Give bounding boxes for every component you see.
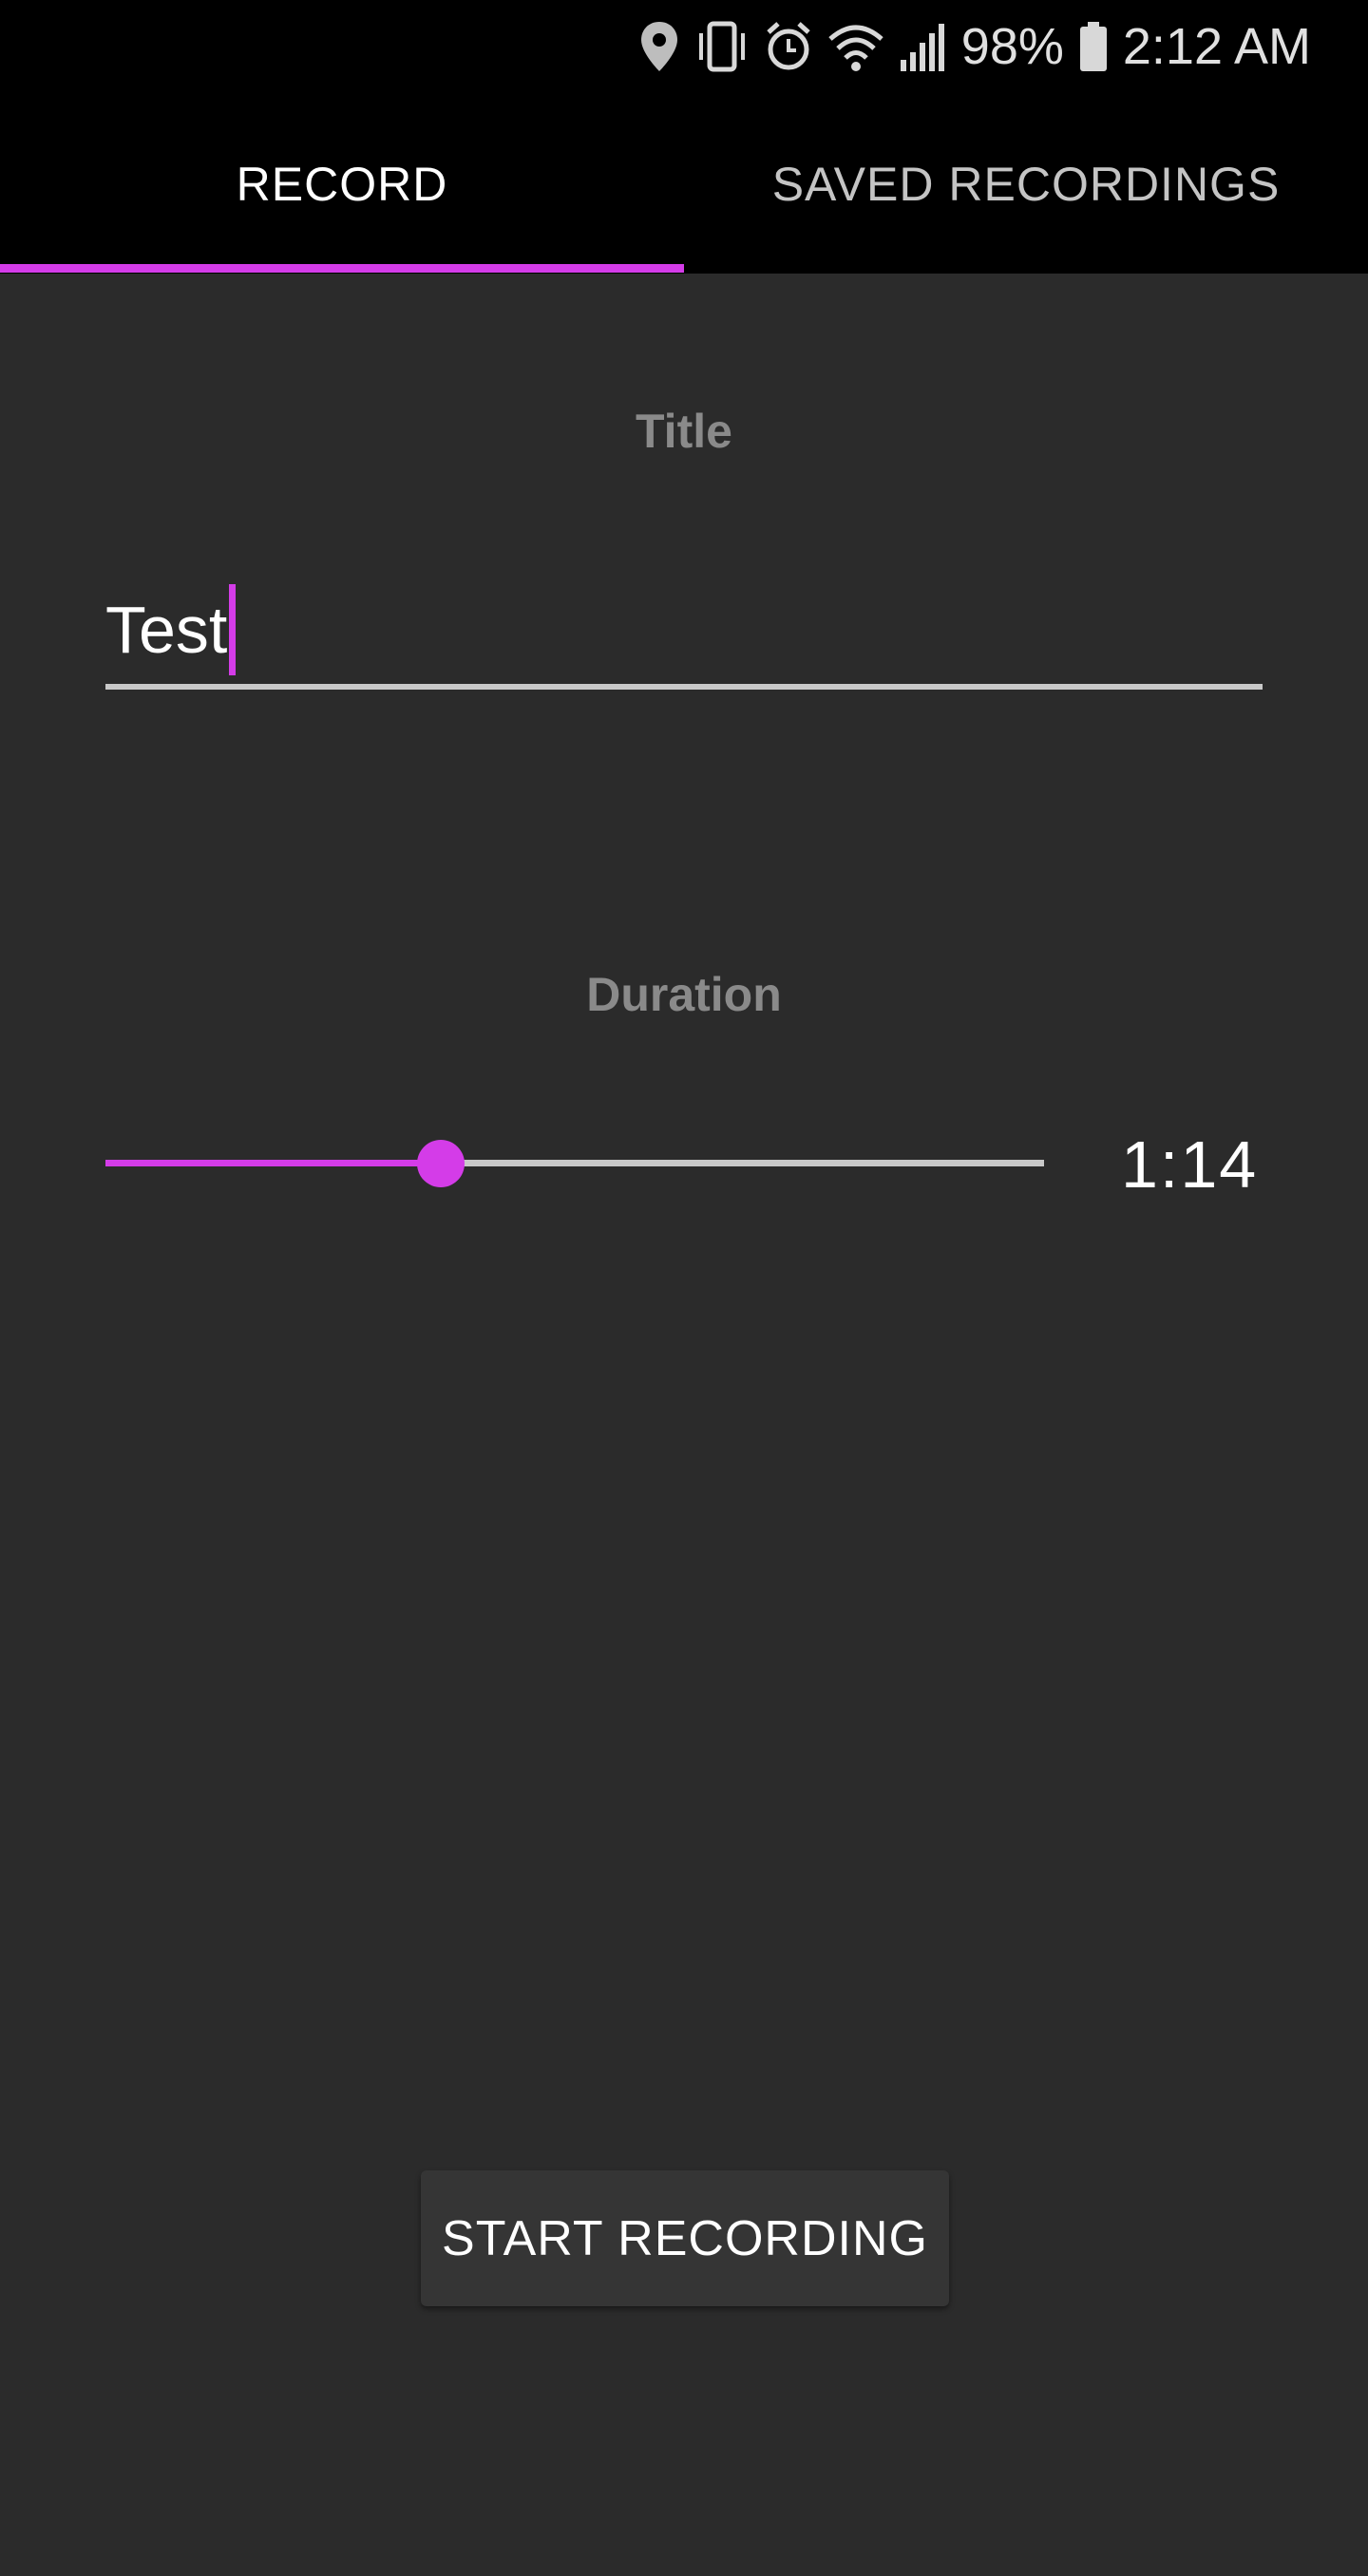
- slider-fill: [105, 1160, 441, 1166]
- title-input[interactable]: Test: [105, 570, 1263, 690]
- clock-time: 2:12 AM: [1122, 18, 1311, 75]
- duration-slider[interactable]: [105, 1130, 1044, 1197]
- battery-icon: [1077, 20, 1110, 73]
- title-label: Title: [636, 405, 732, 458]
- text-cursor: [229, 584, 237, 675]
- start-recording-button[interactable]: START RECORDING: [421, 2170, 949, 2306]
- tab-record[interactable]: RECORD: [0, 95, 684, 274]
- tab-saved-recordings[interactable]: SAVED RECORDINGS: [684, 95, 1368, 274]
- battery-percent: 98%: [960, 18, 1064, 75]
- title-input-field[interactable]: Test: [105, 584, 237, 675]
- slider-thumb[interactable]: [417, 1140, 465, 1187]
- alarm-icon: [764, 20, 813, 73]
- duration-value: 1:14: [1121, 1127, 1259, 1202]
- title-input-value: Test: [105, 593, 228, 667]
- duration-label: Duration: [586, 968, 782, 1021]
- signal-icon: [899, 20, 948, 73]
- tab-bar: RECORD SAVED RECORDINGS: [0, 95, 1368, 274]
- status-bar: 98% 2:12 AM: [0, 0, 1368, 95]
- tab-indicator: [0, 264, 684, 273]
- title-input-underline: [105, 684, 1263, 690]
- vibrate-icon: [694, 20, 750, 73]
- wifi-icon: [826, 20, 885, 73]
- location-icon: [638, 20, 680, 73]
- status-icons: 98% 2:12 AM: [638, 13, 1311, 80]
